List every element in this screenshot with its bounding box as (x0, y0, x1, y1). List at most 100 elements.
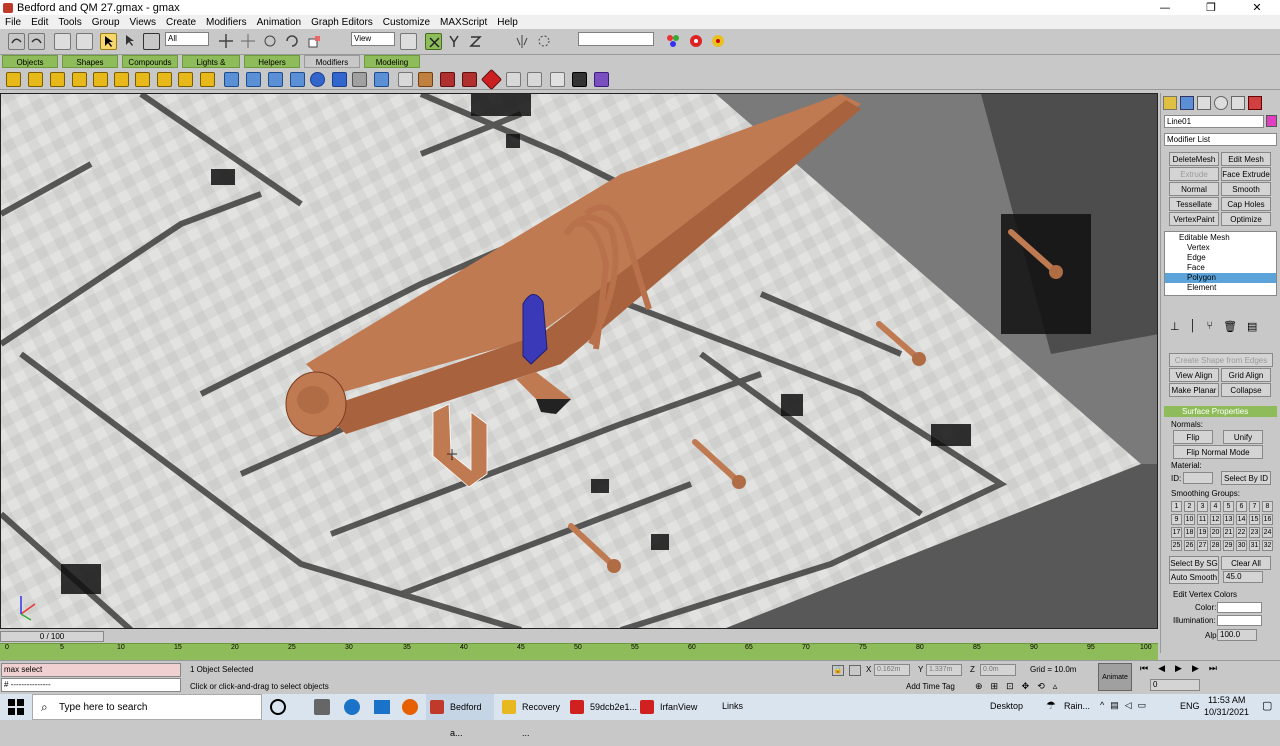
vertex-paint-icon[interactable] (594, 72, 609, 87)
stack-item-element[interactable]: Element (1165, 283, 1276, 293)
uvw-map-icon[interactable] (224, 72, 239, 87)
surface-properties-rollout[interactable]: Surface Properties (1164, 406, 1277, 417)
sg-button[interactable]: 27 (1197, 540, 1208, 551)
tab-objects[interactable]: Objects (2, 55, 58, 68)
stack-item-polygon[interactable]: Polygon (1165, 273, 1276, 283)
tab-shapes[interactable]: Shapes (62, 55, 118, 68)
menu-help[interactable]: Help (492, 17, 523, 28)
tab-helpers[interactable]: Helpers (244, 55, 300, 68)
sg-button[interactable]: 9 (1171, 514, 1182, 525)
mail-icon[interactable] (374, 700, 390, 714)
normal-button[interactable]: Normal (1169, 182, 1219, 196)
sg-button[interactable]: 13 (1223, 514, 1234, 525)
edit-spline-icon[interactable] (398, 72, 413, 87)
cap-holes-button[interactable]: Cap Holes (1221, 197, 1271, 211)
rotate-icon[interactable] (284, 33, 301, 50)
chevron-up-icon[interactable]: ^ (1100, 700, 1104, 714)
menu-file[interactable]: File (0, 17, 26, 28)
extrude-icon[interactable] (418, 72, 433, 87)
snap-icon[interactable] (558, 33, 575, 50)
utilities-panel-icon[interactable] (1248, 96, 1262, 110)
menu-create[interactable]: Create (161, 17, 201, 28)
object-color-swatch[interactable] (1266, 115, 1277, 127)
x-coordinate-field[interactable]: 0.162m (874, 664, 910, 676)
taskbar-app-gmax[interactable]: Bedford a... (426, 694, 494, 738)
render-scene-icon[interactable] (688, 33, 705, 50)
menu-tools[interactable]: Tools (53, 17, 86, 28)
sg-button[interactable]: 29 (1223, 540, 1234, 551)
menu-customize[interactable]: Customize (378, 17, 435, 28)
cap-holes-icon[interactable] (527, 72, 542, 87)
menu-edit[interactable]: Edit (26, 17, 53, 28)
relax-modifier-icon[interactable] (157, 72, 172, 87)
quick-render-icon[interactable] (710, 33, 727, 50)
sg-button[interactable]: 10 (1184, 514, 1195, 525)
network-icon[interactable]: ▤ (1110, 700, 1119, 714)
redo-icon[interactable] (28, 33, 45, 50)
menu-graph-editors[interactable]: Graph Editors (306, 17, 378, 28)
configure-modifier-sets-icon[interactable]: ▤ (1247, 320, 1257, 333)
firefox-icon[interactable] (402, 699, 418, 715)
reference-coordinate-dropdown[interactable]: View (351, 32, 395, 46)
taskbar-app-image[interactable]: 59dcb2e1... (566, 694, 637, 720)
link-icon[interactable] (54, 33, 71, 50)
alpha-spinner[interactable]: 100.0 (1217, 629, 1257, 641)
sg-button[interactable]: 16 (1262, 514, 1273, 525)
camera-map-icon[interactable] (290, 72, 305, 87)
goto-end-icon[interactable]: ⏭ (1209, 663, 1217, 675)
current-frame-field[interactable]: 0 (1150, 679, 1200, 691)
align-icon[interactable] (536, 33, 553, 50)
modifier-list-dropdown[interactable]: Modifier List (1164, 133, 1277, 146)
edge-icon[interactable] (344, 699, 360, 715)
illumination-swatch[interactable] (1217, 615, 1262, 626)
tab-modifiers[interactable]: Modifiers (304, 55, 360, 68)
time-slider[interactable]: 0 / 100 (0, 631, 104, 642)
object-name-field[interactable]: Line01 (1164, 115, 1264, 128)
absolute-relative-icon[interactable] (849, 665, 861, 676)
select-by-name-icon[interactable] (122, 33, 139, 50)
sg-button[interactable]: 22 (1236, 527, 1247, 538)
spherify-icon[interactable] (310, 72, 325, 87)
vertex-color-swatch[interactable] (1217, 602, 1262, 613)
language-indicator[interactable]: ENG (1180, 701, 1200, 711)
unlink-icon[interactable] (76, 33, 93, 50)
unify-button[interactable]: Unify (1223, 430, 1263, 444)
deletemesh-button[interactable]: DeleteMesh (1169, 152, 1219, 166)
sg-button[interactable]: 5 (1223, 501, 1234, 512)
weather-icon[interactable]: ☂ (1046, 699, 1056, 712)
auto-smooth-threshold[interactable]: 45.0 (1223, 571, 1263, 583)
modifier-stack[interactable]: Editable Mesh Vertex Edge Face Polygon E… (1164, 231, 1277, 296)
arc-rotate-icon[interactable]: ⟲ (1037, 681, 1045, 692)
twist-modifier-icon[interactable] (50, 72, 65, 87)
uvw-xform-icon[interactable] (246, 72, 261, 87)
sg-button[interactable]: 2 (1184, 501, 1195, 512)
scale-icon[interactable] (306, 33, 323, 50)
stack-item-vertex[interactable]: Vertex (1165, 243, 1276, 253)
tab-modeling[interactable]: Modeling (364, 55, 420, 68)
mesh-smooth-icon[interactable] (374, 72, 389, 87)
sg-button[interactable]: 26 (1184, 540, 1195, 551)
maxscript-mini-listener[interactable]: # --------------- (1, 678, 181, 692)
stack-root-editable-mesh[interactable]: Editable Mesh (1165, 232, 1276, 243)
pivot-center-icon[interactable] (400, 33, 417, 50)
bevel-profile-icon[interactable] (480, 68, 503, 91)
clock-date[interactable]: 10/31/2021 (1204, 707, 1249, 717)
wave-modifier-icon[interactable] (200, 72, 215, 87)
show-end-result-icon[interactable]: │ (1190, 320, 1197, 333)
sg-button[interactable]: 3 (1197, 501, 1208, 512)
restore-button[interactable]: ❐ (1188, 1, 1234, 14)
tab-compounds[interactable]: Compounds (122, 55, 178, 68)
modify-panel-icon[interactable] (1180, 96, 1194, 110)
axis-constraint-x-icon[interactable] (425, 33, 442, 50)
display-panel-icon[interactable] (1231, 96, 1245, 110)
sg-button[interactable]: 8 (1262, 501, 1273, 512)
grid-align-button[interactable]: Grid Align (1221, 368, 1271, 382)
next-frame-icon[interactable]: ▶ (1192, 663, 1199, 675)
battery-icon[interactable]: ▭ (1138, 700, 1147, 714)
menu-maxscript[interactable]: MAXScript (435, 17, 492, 28)
mirror-icon[interactable] (514, 33, 531, 50)
sg-button[interactable]: 15 (1249, 514, 1260, 525)
squeeze-modifier-icon[interactable] (114, 72, 129, 87)
minimize-button[interactable]: — (1142, 1, 1188, 14)
flip-normal-mode-button[interactable]: Flip Normal Mode (1173, 445, 1263, 459)
